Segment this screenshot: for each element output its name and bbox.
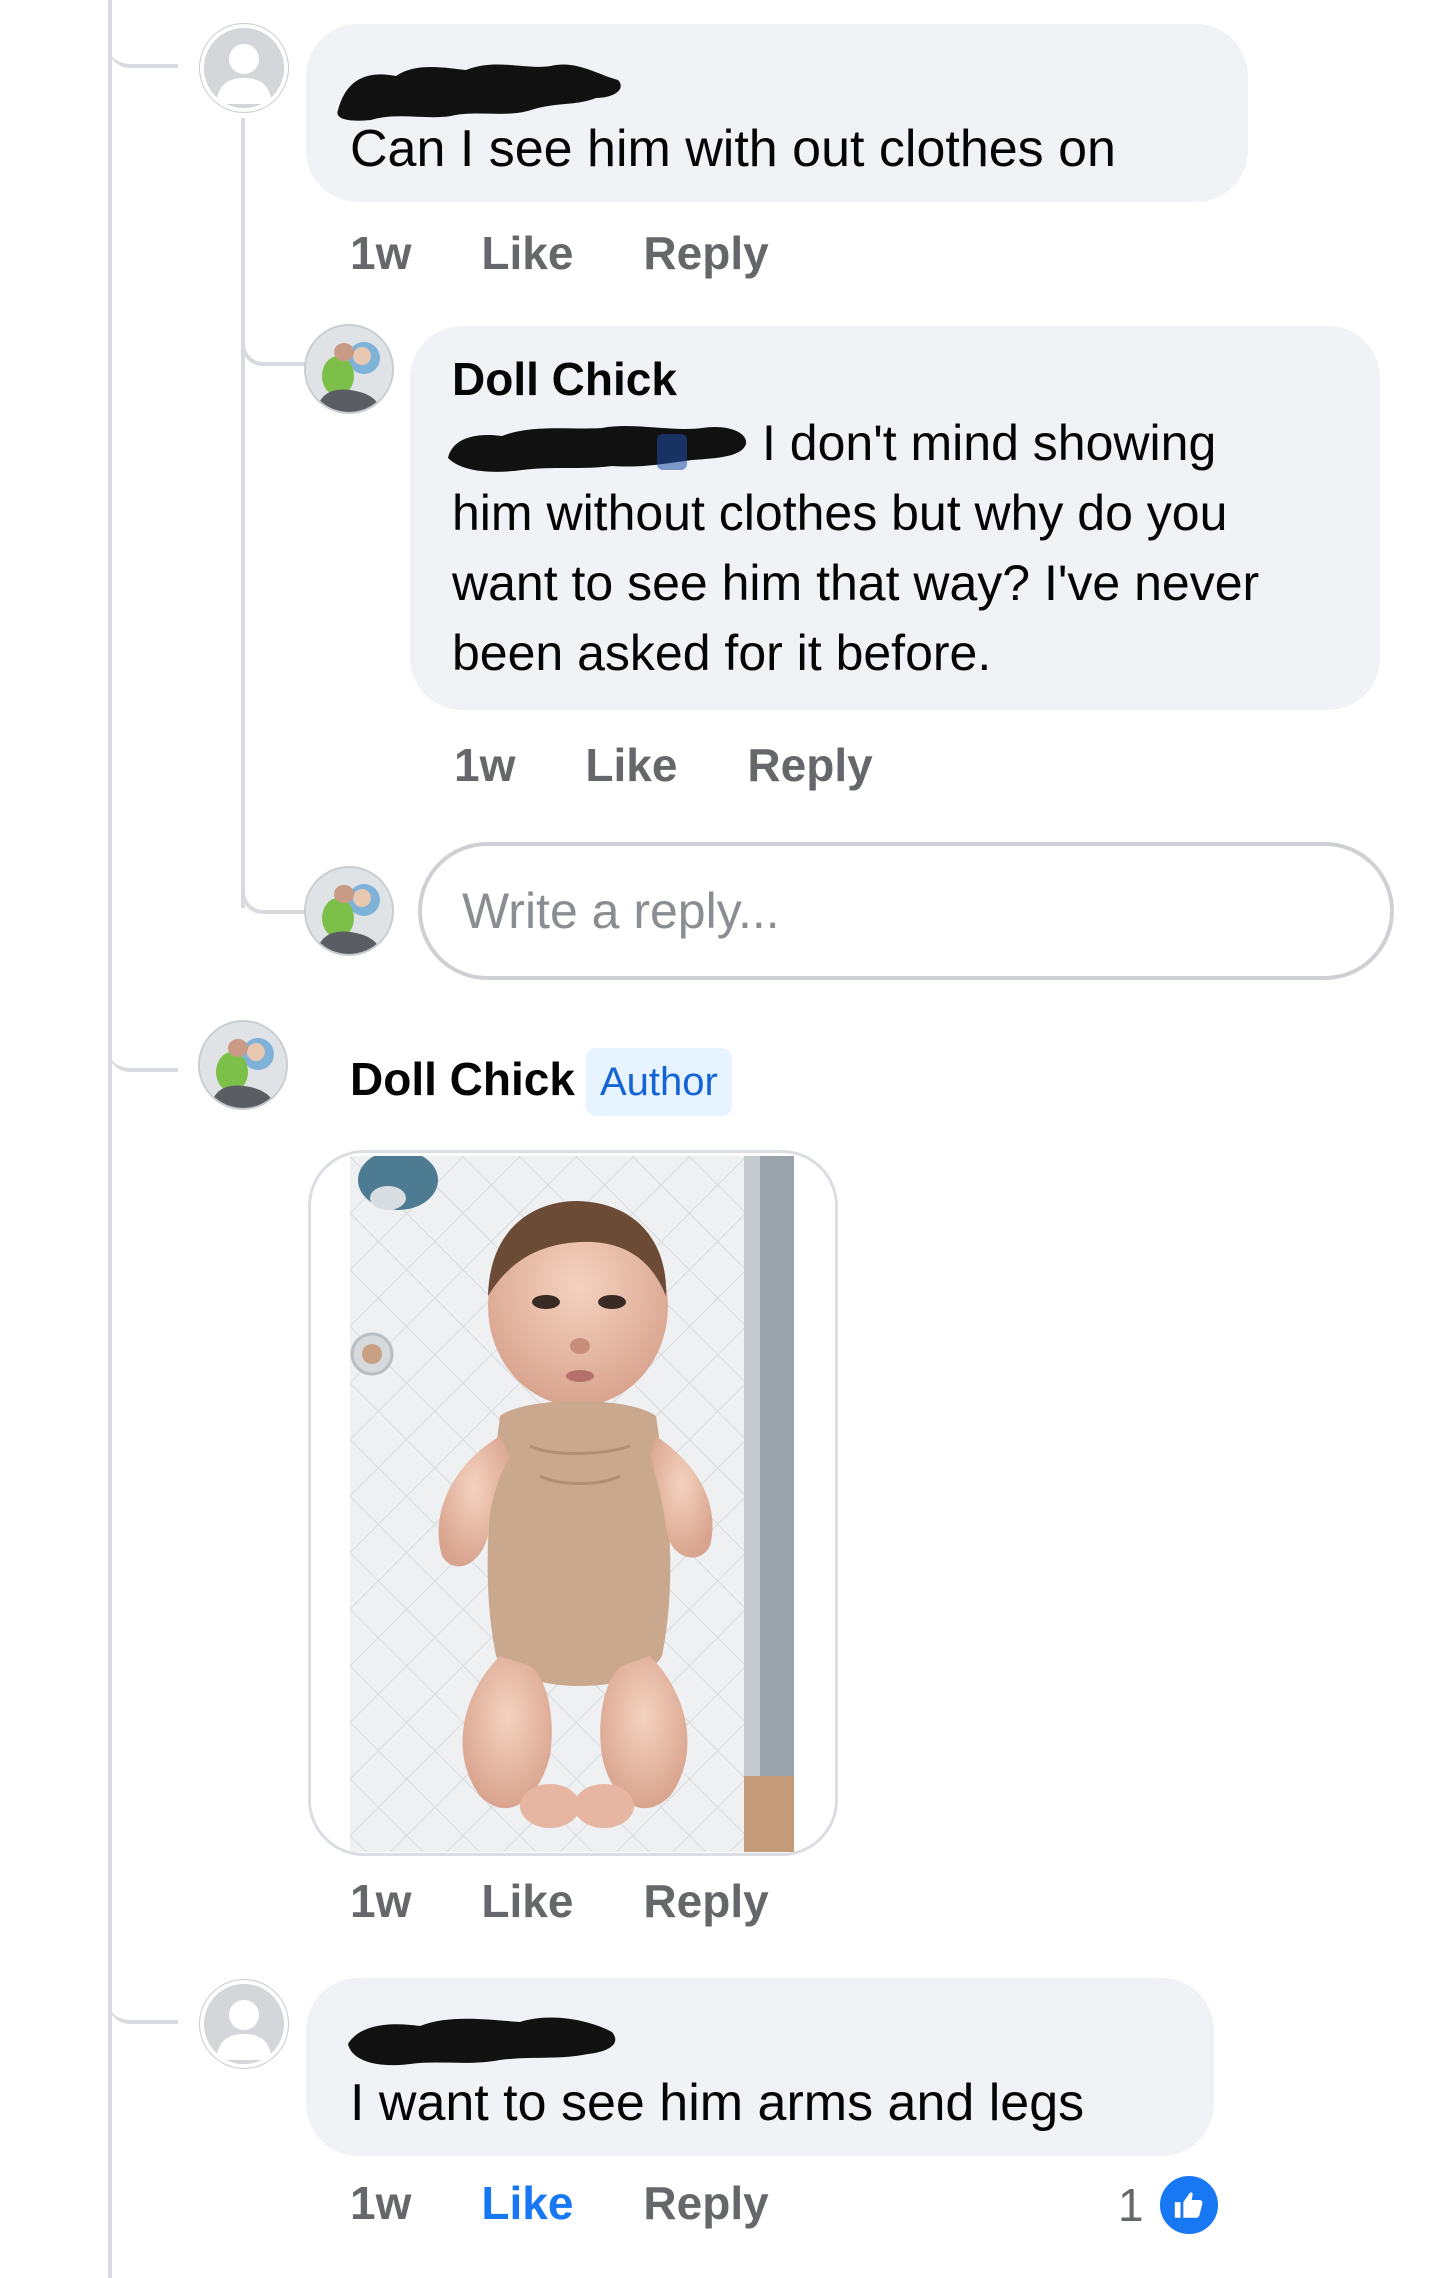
comment-timestamp[interactable]: 1w [350, 2176, 411, 2230]
user-avatar[interactable] [200, 1980, 288, 2068]
comment-actions: 1w Like Reply [454, 738, 943, 792]
comment-text-line: I don't mind showing [762, 415, 1217, 471]
doll-chick-avatar[interactable] [304, 324, 394, 414]
comment-text-line: been asked for it before. [452, 625, 992, 681]
write-reply-input[interactable] [418, 842, 1394, 980]
reaction-count: 1 [1118, 2179, 1144, 2231]
author-badge: Author [586, 1048, 732, 1116]
profile-photo-icon [200, 1022, 286, 1108]
comment-text: I don't mind showing him without clothes… [452, 408, 1259, 688]
profile-photo-icon [306, 868, 392, 954]
thread-connector [108, 1034, 178, 1072]
profile-photo-icon [306, 326, 392, 412]
thread-connector [108, 2000, 178, 2024]
redacted-author-name [348, 2017, 616, 2066]
comment-text: Can I see him with out clothes on [350, 120, 1116, 178]
reply-button[interactable]: Reply [643, 1874, 768, 1928]
comment-timestamp[interactable]: 1w [350, 226, 411, 280]
comment-actions: 1w Like Reply [350, 226, 839, 280]
default-profile-icon [204, 1984, 284, 2064]
like-button[interactable]: Like [481, 226, 573, 280]
like-button[interactable]: Like [481, 1874, 573, 1928]
thread-line-nested [241, 118, 245, 908]
comment-timestamp[interactable]: 1w [454, 738, 515, 792]
photo-image [350, 1156, 794, 1852]
thumbs-up-icon [1155, 2172, 1222, 2238]
comment-text-line: want to see him that way? I've never [452, 555, 1260, 611]
comment-author-name[interactable]: Doll Chick [350, 1052, 575, 1106]
comment-bubble[interactable]: I want to see him arms and legs [306, 1978, 1214, 2156]
comment-actions: 1w Like Reply [350, 1874, 839, 1928]
default-profile-icon [204, 28, 284, 108]
comment-bubble[interactable]: Doll Chick I don't mind showing him with… [410, 326, 1380, 710]
reply-button[interactable]: Reply [643, 2176, 768, 2230]
reply-button[interactable]: Reply [643, 226, 768, 280]
comment-timestamp[interactable]: 1w [350, 1874, 411, 1928]
comment-text-line: him without clothes but why do you [452, 485, 1228, 541]
thread-line-main [108, 0, 112, 2278]
thread-connector [108, 0, 178, 68]
doll-photo[interactable] [350, 1156, 794, 1852]
thread-connector [241, 322, 305, 366]
comment-bubble[interactable]: Can I see him with out clothes on [306, 24, 1248, 202]
comment-text: I want to see him arms and legs [350, 2074, 1085, 2132]
like-button-active[interactable]: Like [481, 2176, 573, 2230]
user-avatar[interactable] [200, 24, 288, 112]
current-user-avatar [304, 866, 394, 956]
reply-button[interactable]: Reply [747, 738, 872, 792]
doll-chick-avatar[interactable] [198, 1020, 288, 1110]
reaction-summary[interactable]: 1 [1118, 2172, 1222, 2238]
thread-connector [241, 866, 305, 914]
like-button[interactable]: Like [585, 738, 677, 792]
comment-actions: 1w Like Reply [350, 2176, 839, 2230]
comment-author-name[interactable]: Doll Chick [452, 352, 677, 406]
